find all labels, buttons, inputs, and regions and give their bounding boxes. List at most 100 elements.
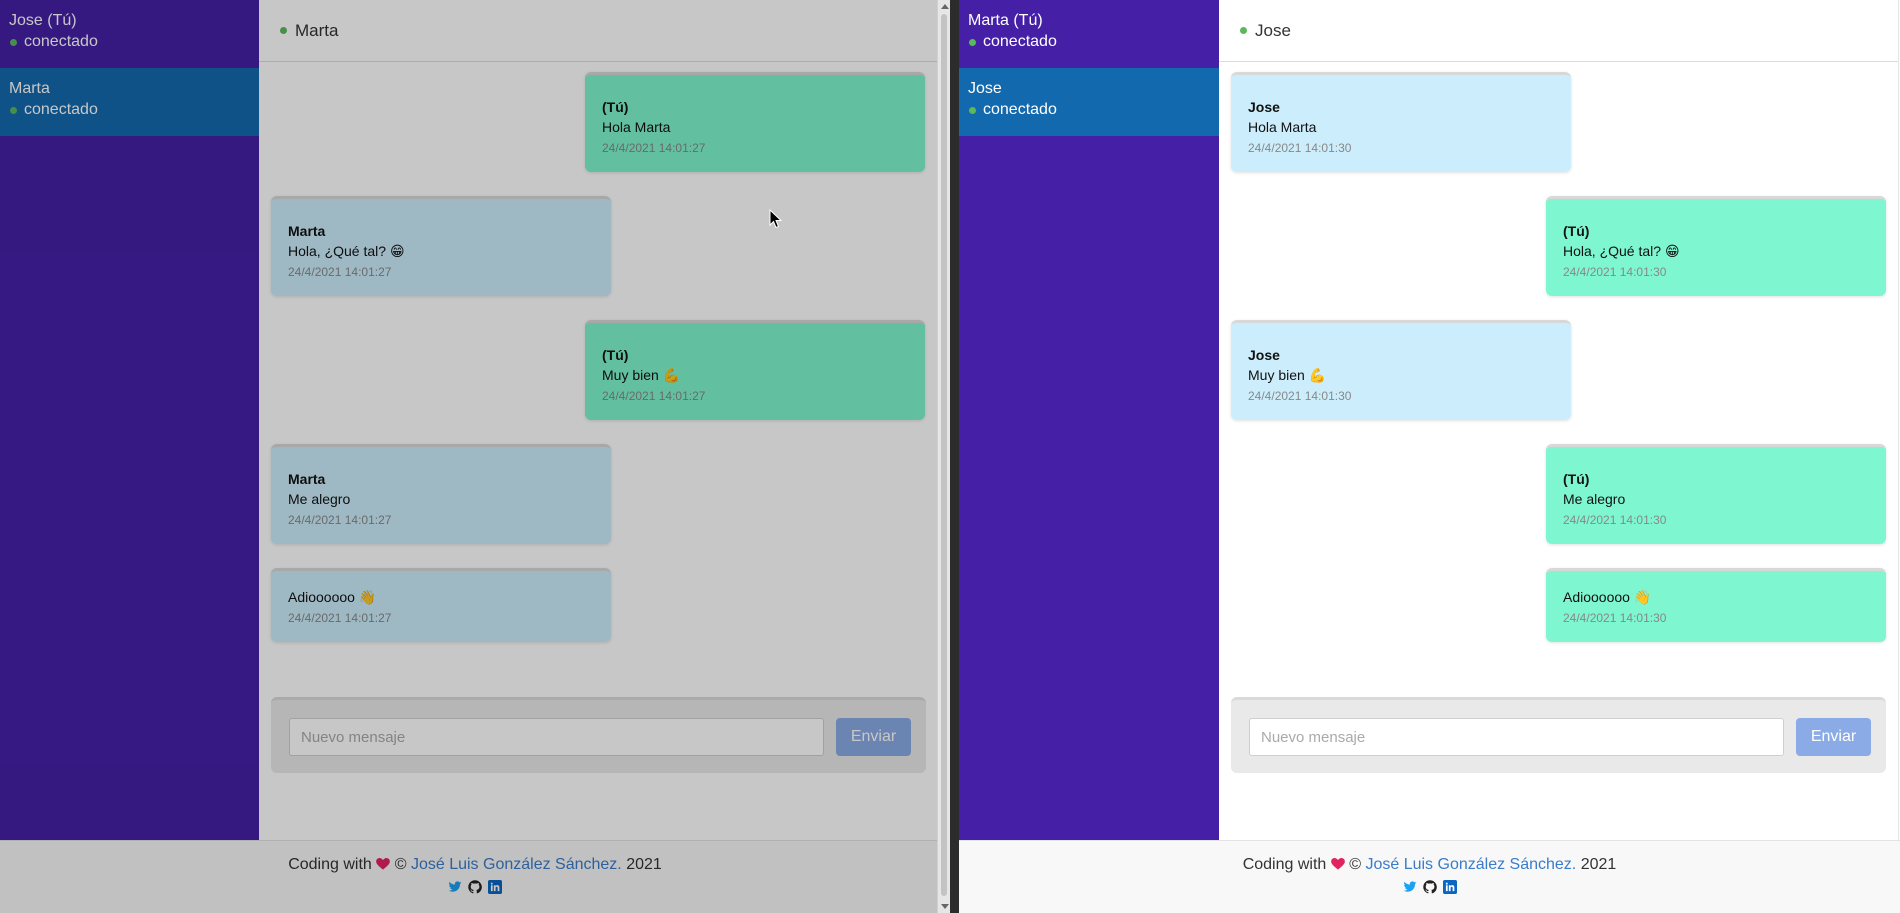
online-dot-icon <box>969 38 976 46</box>
message-bubble-other: Marta Me alegro 24/4/2021 14:01:27 <box>271 444 611 544</box>
linkedin-icon[interactable] <box>488 880 502 894</box>
contact-jose[interactable]: Jose conectado <box>959 68 1219 136</box>
contact-status: conectado <box>9 31 250 53</box>
author-link[interactable]: José Luis González Sánchez. <box>1365 856 1576 873</box>
footer-credit: Coding with © José Luis González Sánchez… <box>959 856 1900 874</box>
message-timestamp: 24/4/2021 14:01:30 <box>1563 265 1667 279</box>
message-text: Me alegro <box>288 491 351 507</box>
contact-name: Jose <box>968 80 1002 97</box>
status-label: conectado <box>24 101 98 118</box>
status-label: conectado <box>983 101 1057 118</box>
status-label: conectado <box>24 33 98 50</box>
social-links <box>959 880 1900 894</box>
window-divider <box>950 0 959 913</box>
message-timestamp: 24/4/2021 14:01:30 <box>1563 513 1667 527</box>
online-dot-icon <box>10 106 17 114</box>
message-author: Jose <box>1248 99 1280 115</box>
chat-header: Marta <box>259 0 937 62</box>
chat-window-marta: Marta (Tú) conectado Jose conectado Jose… <box>959 0 1900 913</box>
chat-window-jose: Jose (Tú) conectado Marta conectado Mart… <box>0 0 950 913</box>
message-bubble-mine: (Tú) Muy bien 💪 24/4/2021 14:01:27 <box>585 320 925 420</box>
online-dot-icon <box>280 27 287 34</box>
footer-credit: Coding with © José Luis González Sánchez… <box>0 856 950 874</box>
heart-icon <box>376 858 391 870</box>
page-footer: Coding with © José Luis González Sánchez… <box>0 840 950 913</box>
message-bubble-other: Jose Muy bien 💪 24/4/2021 14:01:30 <box>1231 320 1571 420</box>
message-list: Jose Hola Marta 24/4/2021 14:01:30 (Tú) … <box>1219 62 1898 692</box>
message-timestamp: 24/4/2021 14:01:27 <box>602 389 706 403</box>
message-text: Hola Marta <box>1248 119 1317 135</box>
message-timestamp: 24/4/2021 14:01:30 <box>1563 611 1667 625</box>
message-timestamp: 24/4/2021 14:01:27 <box>288 265 392 279</box>
footer-year: 2021 <box>1580 856 1617 873</box>
contact-name: Jose (Tú) <box>9 12 77 29</box>
message-bubble-mine: (Tú) Hola, ¿Qué tal? 😁 24/4/2021 14:01:3… <box>1546 196 1886 296</box>
message-bubble-other: Marta Hola, ¿Qué tal? 😁 24/4/2021 14:01:… <box>271 196 611 296</box>
message-text: Hola Marta <box>602 119 671 135</box>
message-text: Adioooooo 👋 <box>288 589 377 605</box>
message-bubble-other: Adioooooo 👋 24/4/2021 14:01:27 <box>271 568 611 642</box>
message-timestamp: 24/4/2021 14:01:27 <box>288 513 392 527</box>
scroll-down-icon[interactable] <box>941 904 949 909</box>
message-text: Adioooooo 👋 <box>1563 589 1652 605</box>
online-dot-icon <box>1240 27 1247 34</box>
new-message-input[interactable] <box>289 718 824 756</box>
online-dot-icon <box>10 38 17 46</box>
message-list: (Tú) Hola Marta 24/4/2021 14:01:27 Marta… <box>259 62 937 692</box>
message-text: Me alegro <box>1563 491 1626 507</box>
scroll-up-icon[interactable] <box>941 4 949 9</box>
social-links <box>0 880 950 894</box>
github-icon[interactable] <box>468 880 482 894</box>
message-author: (Tú) <box>602 347 629 363</box>
message-text: Hola, ¿Qué tal? 😁 <box>288 243 405 259</box>
new-message-input[interactable] <box>1249 718 1784 756</box>
send-button[interactable]: Enviar <box>836 718 911 756</box>
linkedin-icon[interactable] <box>1442 880 1457 894</box>
contact-name: Marta (Tú) <box>968 12 1043 29</box>
message-timestamp: 24/4/2021 14:01:27 <box>288 611 392 625</box>
message-author: Marta <box>288 471 326 487</box>
copyright-symbol: © <box>394 856 407 873</box>
page-footer: Coding with © José Luis González Sánchez… <box>959 840 1900 913</box>
chat-header: Jose <box>1219 0 1898 62</box>
contact-self[interactable]: Marta (Tú) conectado <box>959 0 1219 68</box>
chat-partner-name: Jose <box>1255 20 1291 40</box>
contact-status: conectado <box>968 99 1210 121</box>
twitter-icon[interactable] <box>1403 880 1417 894</box>
contact-marta[interactable]: Marta conectado <box>0 68 259 136</box>
github-icon[interactable] <box>1422 880 1437 894</box>
message-composer: Enviar <box>1231 697 1886 773</box>
message-bubble-mine: Adioooooo 👋 24/4/2021 14:01:30 <box>1546 568 1886 642</box>
message-bubble-other: Jose Hola Marta 24/4/2021 14:01:30 <box>1231 72 1571 172</box>
message-author: (Tú) <box>1563 471 1590 487</box>
contact-status: conectado <box>9 99 250 121</box>
footer-prefix: Coding with <box>1242 856 1327 873</box>
author-link[interactable]: José Luis González Sánchez. <box>411 856 622 873</box>
twitter-icon[interactable] <box>448 880 462 894</box>
footer-year: 2021 <box>626 856 662 873</box>
message-timestamp: 24/4/2021 14:01:27 <box>602 141 706 155</box>
status-label: conectado <box>983 33 1057 50</box>
message-composer: Enviar <box>271 697 926 773</box>
message-timestamp: 24/4/2021 14:01:30 <box>1248 389 1352 403</box>
contacts-sidebar: Marta (Tú) conectado Jose conectado <box>959 0 1219 840</box>
send-button[interactable]: Enviar <box>1796 718 1871 756</box>
message-author: (Tú) <box>1563 223 1590 239</box>
contact-self[interactable]: Jose (Tú) conectado <box>0 0 259 68</box>
online-dot-icon <box>969 106 976 114</box>
message-text: Muy bien 💪 <box>602 367 681 383</box>
message-author: (Tú) <box>602 99 629 115</box>
contacts-sidebar: Jose (Tú) conectado Marta conectado <box>0 0 259 840</box>
message-text: Muy bien 💪 <box>1248 367 1327 383</box>
message-timestamp: 24/4/2021 14:01:30 <box>1248 141 1352 155</box>
copyright-symbol: © <box>1349 856 1361 873</box>
message-text: Hola, ¿Qué tal? 😁 <box>1563 243 1680 259</box>
contact-status: conectado <box>968 31 1210 53</box>
chat-partner-name: Marta <box>295 20 339 40</box>
contact-name: Marta <box>9 80 50 97</box>
footer-prefix: Coding with <box>288 856 372 873</box>
chat-area: Jose Jose Hola Marta 24/4/2021 14:01:30 … <box>1219 0 1899 840</box>
message-bubble-mine: (Tú) Hola Marta 24/4/2021 14:01:27 <box>585 72 925 172</box>
scroll-thumb[interactable] <box>941 14 947 896</box>
vertical-scrollbar[interactable] <box>937 0 950 913</box>
